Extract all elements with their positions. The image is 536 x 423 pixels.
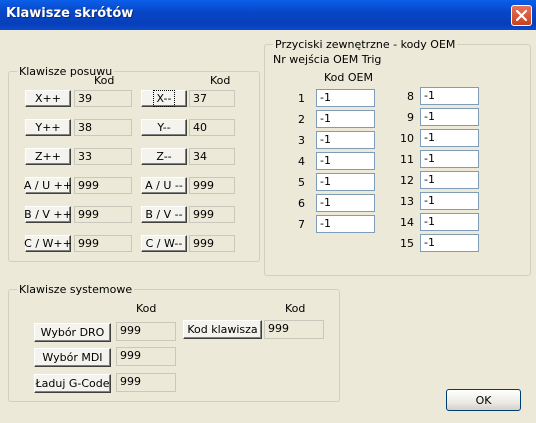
oem-input-12[interactable]: -1 xyxy=(420,171,479,189)
ok-label: OK xyxy=(475,393,492,407)
oem-subtitle: Nr wejścia OEM Trig xyxy=(273,53,382,66)
gcode-code-field[interactable]: 999 xyxy=(116,373,176,392)
oem-label-8: 8 xyxy=(407,90,414,103)
y-plus-code-field[interactable]: 38 xyxy=(74,119,132,136)
oem-input-5[interactable]: -1 xyxy=(316,173,375,191)
oem-input-8[interactable]: -1 xyxy=(420,87,479,105)
oem-input-13[interactable]: -1 xyxy=(420,192,479,210)
b-v-plus-code-field[interactable]: 999 xyxy=(74,206,132,223)
b-v-minus-code-field[interactable]: 999 xyxy=(189,206,235,223)
oem-input-11[interactable]: -1 xyxy=(420,150,479,168)
key-code-field[interactable]: 999 xyxy=(264,320,324,339)
b-v-plus-button[interactable]: B / V ++ xyxy=(24,206,72,223)
window-title: Klawisze skrótów xyxy=(6,6,134,21)
y-plus-button[interactable]: Y++ xyxy=(25,119,71,136)
oem-label-12: 12 xyxy=(400,174,414,187)
oem-label-13: 13 xyxy=(400,195,414,208)
y-minus-button[interactable]: Y-- xyxy=(141,119,187,136)
oem-label-4: 4 xyxy=(298,155,305,168)
x-plus-code-field[interactable]: 39 xyxy=(74,90,132,107)
system-left-code-header: Kod xyxy=(136,302,157,315)
oem-label-3: 3 xyxy=(298,134,305,147)
a-u-minus-code-field[interactable]: 999 xyxy=(189,177,235,194)
close-button[interactable] xyxy=(511,5,532,26)
a-u-plus-button[interactable]: A / U ++ xyxy=(24,177,72,194)
oem-input-15[interactable]: -1 xyxy=(420,234,479,252)
oem-input-7[interactable]: -1 xyxy=(316,215,375,233)
c-w-minus-button[interactable]: C / W-- xyxy=(141,235,187,252)
oem-input-4[interactable]: -1 xyxy=(316,152,375,170)
title-bar[interactable]: Klawisze skrótów xyxy=(0,0,536,30)
oem-label-9: 9 xyxy=(407,111,414,124)
z-minus-code-field[interactable]: 34 xyxy=(189,148,235,165)
oem-label-1: 1 xyxy=(298,92,305,105)
c-w-plus-button[interactable]: C / W++ xyxy=(24,235,72,252)
oem-label-10: 10 xyxy=(400,132,414,145)
close-icon xyxy=(516,10,527,21)
oem-label-5: 5 xyxy=(298,176,305,189)
oem-input-2[interactable]: -1 xyxy=(316,110,375,128)
oem-input-9[interactable]: -1 xyxy=(420,108,479,126)
oem-label-2: 2 xyxy=(298,113,305,126)
jog-right-code-header: Kod xyxy=(210,74,231,87)
y-minus-code-field[interactable]: 40 xyxy=(189,119,235,136)
dialog-window: Klawisze skrótów Klawisze posuwu Kod Kod… xyxy=(0,0,536,423)
oem-input-3[interactable]: -1 xyxy=(316,131,375,149)
key-code-button[interactable]: Kod klawisza xyxy=(183,320,262,339)
select-dro-button[interactable]: Wybór DRO xyxy=(34,323,111,342)
system-keys-legend: Klawisze systemowe xyxy=(17,283,135,296)
oem-input-1[interactable]: -1 xyxy=(316,89,375,107)
system-right-code-header: Kod xyxy=(285,302,306,315)
oem-label-6: 6 xyxy=(298,197,305,210)
z-plus-code-field[interactable]: 33 xyxy=(74,148,132,165)
c-w-minus-code-field[interactable]: 999 xyxy=(189,235,235,252)
oem-input-6[interactable]: -1 xyxy=(316,194,375,212)
oem-label-11: 11 xyxy=(400,153,414,166)
oem-label-7: 7 xyxy=(298,218,305,231)
jog-left-code-header: Kod xyxy=(94,74,115,87)
x-minus-button[interactable]: X-- xyxy=(141,90,187,107)
z-plus-button[interactable]: Z++ xyxy=(25,148,71,165)
mdi-code-field[interactable]: 999 xyxy=(116,347,176,366)
c-w-plus-code-field[interactable]: 999 xyxy=(74,235,132,252)
ok-button[interactable]: OK xyxy=(446,389,521,411)
a-u-minus-button[interactable]: A / U -- xyxy=(141,177,187,194)
a-u-plus-code-field[interactable]: 999 xyxy=(74,177,132,194)
load-gcode-button[interactable]: Ładuj G-Code xyxy=(34,374,111,393)
oem-legend: Przyciski zewnętrzne - kody OEM xyxy=(273,38,458,51)
select-mdi-button[interactable]: Wybór MDI xyxy=(34,348,111,367)
dro-code-field[interactable]: 999 xyxy=(116,322,176,341)
oem-input-10[interactable]: -1 xyxy=(420,129,479,147)
oem-label-15: 15 xyxy=(400,237,414,250)
x-minus-code-field[interactable]: 37 xyxy=(189,90,235,107)
oem-label-14: 14 xyxy=(400,216,414,229)
oem-input-14[interactable]: -1 xyxy=(420,213,479,231)
z-minus-button[interactable]: Z-- xyxy=(141,148,187,165)
b-v-minus-button[interactable]: B / V -- xyxy=(141,206,187,223)
x-plus-button[interactable]: X++ xyxy=(25,90,71,107)
oem-code-header: Kod OEM xyxy=(324,71,373,84)
